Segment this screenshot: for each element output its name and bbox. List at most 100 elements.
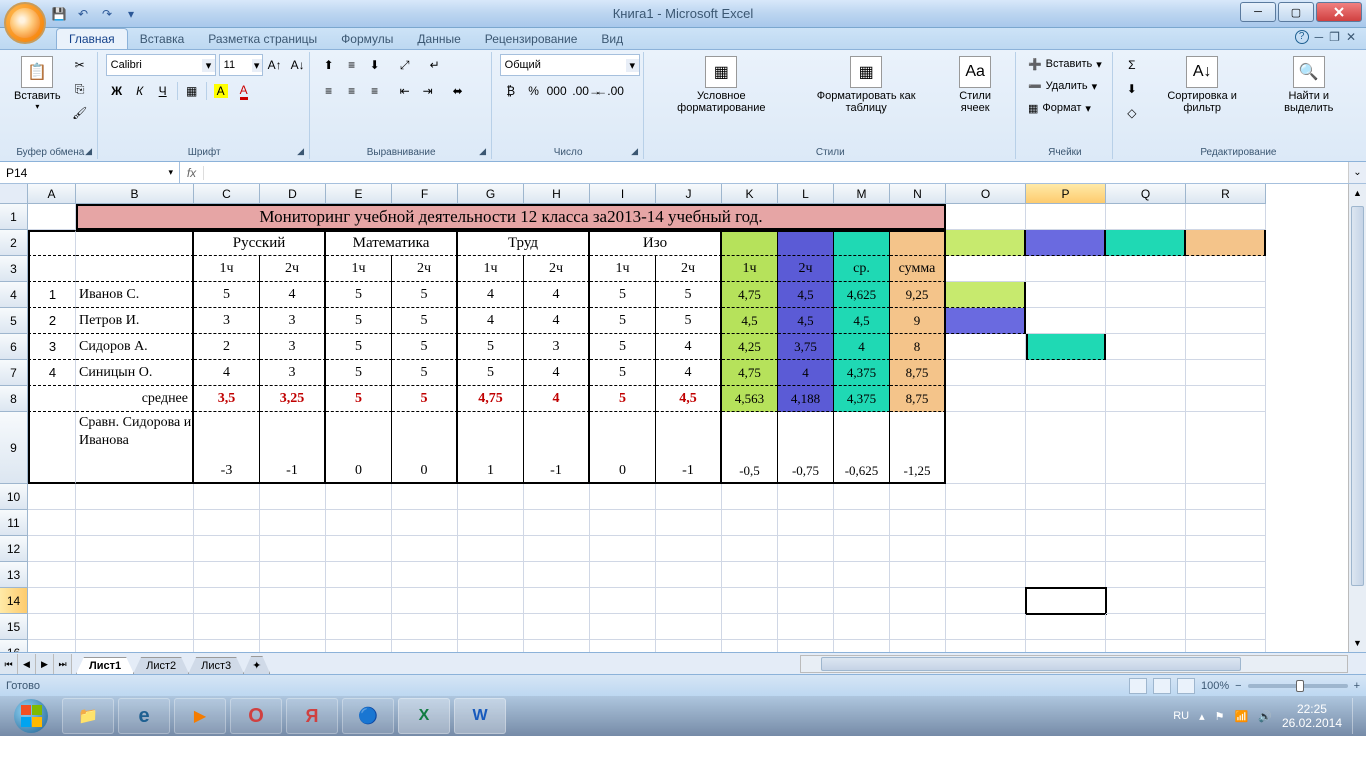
paste-button[interactable]: 📋 Вставить ▾ [10,54,65,113]
cell[interactable]: 2ч [778,256,834,282]
doc-restore-icon[interactable]: ❐ [1329,30,1340,44]
cell[interactable] [1186,614,1266,640]
cell[interactable] [458,484,524,510]
cell[interactable] [524,510,590,536]
cell[interactable] [778,230,834,256]
cell[interactable] [392,614,458,640]
cells-area[interactable]: Мониторинг учебной деятельности 12 класс… [28,204,1348,652]
cell[interactable] [260,588,326,614]
autosum-icon[interactable]: Σ [1121,54,1143,76]
cell[interactable] [890,588,946,614]
cell[interactable] [590,510,656,536]
cell[interactable] [1186,282,1266,308]
font-name-input[interactable] [107,59,203,71]
cell[interactable] [946,360,1026,386]
cell[interactable] [458,588,524,614]
cell[interactable]: 1ч [590,256,656,282]
cell[interactable] [1026,484,1106,510]
task-media[interactable]: ▶ [174,698,226,734]
font-size-input[interactable] [220,59,252,71]
row-header-13[interactable]: 13 [0,562,28,588]
cell[interactable] [778,588,834,614]
cell[interactable] [834,230,890,256]
cell[interactable]: 4,563 [722,386,778,412]
number-format-combo[interactable]: ▾ [500,54,640,76]
cell[interactable] [1186,204,1266,230]
cell[interactable]: 3 [28,334,76,360]
fx-icon[interactable]: fx [180,166,204,180]
col-header-K[interactable]: K [722,184,778,204]
align-left-icon[interactable]: ≡ [318,80,340,102]
chevron-down-icon[interactable]: ▾ [252,59,262,72]
col-header-P[interactable]: P [1026,184,1106,204]
currency-icon[interactable]: ₿ [500,80,522,102]
cell[interactable]: Иванов С. [76,282,194,308]
cell[interactable] [458,640,524,652]
task-opera[interactable]: O [230,698,282,734]
cell[interactable]: 5 [656,308,722,334]
cut-icon[interactable]: ✂ [69,54,91,76]
cell[interactable] [524,562,590,588]
cell[interactable]: 4 [458,308,524,334]
cell[interactable] [946,334,1026,360]
cell[interactable]: 0 [326,412,392,484]
tab-insert[interactable]: Вставка [128,29,197,49]
formula-input[interactable] [204,166,1348,180]
copy-icon[interactable]: ⎘ [69,78,91,100]
cell[interactable] [1186,510,1266,536]
cell[interactable]: 4 [194,360,260,386]
cell[interactable]: 2 [194,334,260,360]
cell[interactable] [194,484,260,510]
cell[interactable]: Изо [590,230,722,256]
cell[interactable] [458,614,524,640]
cell[interactable] [722,614,778,640]
cell[interactable]: 5 [458,360,524,386]
tab-view[interactable]: Вид [589,29,635,49]
show-desktop-button[interactable] [1352,698,1360,734]
cell[interactable] [326,536,392,562]
cell[interactable] [1106,510,1186,536]
cell[interactable] [326,484,392,510]
cell[interactable] [1106,562,1186,588]
underline-button[interactable]: Ч [152,80,174,102]
border-icon[interactable]: ▦ [181,80,203,102]
scroll-up-icon[interactable]: ▲ [1349,184,1366,202]
row-header-15[interactable]: 15 [0,614,28,640]
cell[interactable] [76,510,194,536]
cell[interactable] [834,640,890,652]
minimize-button[interactable]: ─ [1240,2,1276,22]
cell[interactable] [834,484,890,510]
cell[interactable]: 4,75 [458,386,524,412]
row-header-7[interactable]: 7 [0,360,28,386]
cell[interactable] [28,230,76,256]
close-button[interactable] [1316,2,1362,22]
cell[interactable] [28,510,76,536]
task-yandex[interactable]: Я [286,698,338,734]
cell[interactable] [28,484,76,510]
align-top-icon[interactable]: ⬆ [318,54,340,76]
tray-clock[interactable]: 22:25 26.02.2014 [1282,702,1342,731]
task-explorer[interactable]: 📁 [62,698,114,734]
sheet-new-icon[interactable]: ✦ [243,656,270,674]
cell[interactable]: 5 [392,308,458,334]
sheet-last-icon[interactable]: ⏭ [54,654,72,674]
row-header-12[interactable]: 12 [0,536,28,562]
cell[interactable] [1106,308,1186,334]
cell[interactable]: 3,5 [194,386,260,412]
tab-review[interactable]: Рецензирование [473,29,590,49]
cell[interactable]: 8,75 [890,386,946,412]
italic-button[interactable]: К [129,80,151,102]
task-excel[interactable]: X [398,698,450,734]
row-header-2[interactable]: 2 [0,230,28,256]
grow-font-icon[interactable]: A↑ [264,54,286,76]
cell[interactable]: 5 [392,334,458,360]
cell[interactable]: 3 [260,334,326,360]
cell[interactable] [260,640,326,652]
cell[interactable] [834,614,890,640]
col-header-R[interactable]: R [1186,184,1266,204]
zoom-out-icon[interactable]: − [1235,680,1241,692]
cell[interactable] [778,614,834,640]
cell[interactable] [890,640,946,652]
row-header-16[interactable]: 16 [0,640,28,652]
row-header-10[interactable]: 10 [0,484,28,510]
